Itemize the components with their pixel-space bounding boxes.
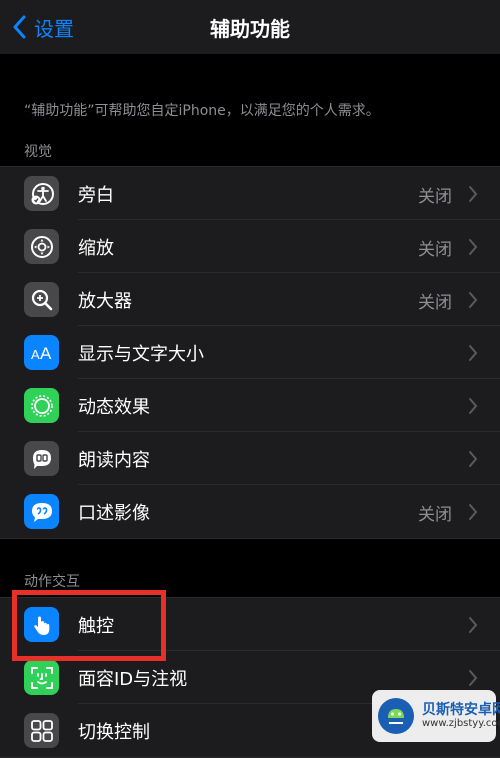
row-value: 关闭 — [418, 187, 452, 207]
watermark: 贝斯特安卓网 www.zjbstyy.com — [372, 690, 500, 742]
row-label: 动态效果 — [78, 397, 150, 418]
row-magnifier[interactable]: 放大器 关闭 — [0, 273, 500, 326]
audio-description-icon — [24, 494, 59, 529]
row-value: 关闭 — [418, 505, 452, 525]
navigation-bar: 设置 辅助功能 — [0, 0, 500, 54]
svg-text:A: A — [40, 344, 52, 363]
row-label: 面容ID与注视 — [78, 669, 188, 690]
chevron-right-icon — [469, 398, 478, 414]
watermark-url: www.zjbstyy.com — [422, 718, 500, 730]
voiceover-icon — [24, 176, 59, 211]
spoken-content-icon — [24, 441, 59, 476]
section-header-vision: 视觉 — [24, 144, 52, 160]
row-audio-descriptions[interactable]: 口述影像 关闭 — [0, 485, 500, 538]
description-text: “辅助功能”可帮助您自定iPhone，以满足您的个人需求。 — [24, 103, 380, 119]
switch-control-icon — [24, 713, 59, 748]
row-label: 旁白 — [78, 185, 114, 206]
motion-icon — [24, 388, 59, 423]
page-title: 辅助功能 — [210, 17, 290, 41]
chevron-right-icon — [469, 345, 478, 361]
face-id-icon — [24, 660, 59, 695]
svg-text:A: A — [31, 347, 40, 362]
chevron-right-icon — [469, 504, 478, 520]
row-voiceover[interactable]: 旁白 关闭 — [0, 167, 500, 220]
magnifier-icon — [24, 282, 59, 317]
row-label: 朗读内容 — [78, 450, 150, 471]
chevron-right-icon — [469, 239, 478, 255]
row-value: 关闭 — [418, 293, 452, 313]
watermark-logo-icon — [378, 698, 414, 734]
row-label: 放大器 — [78, 291, 132, 312]
chevron-right-icon — [469, 186, 478, 202]
row-spoken-content[interactable]: 朗读内容 — [0, 432, 500, 485]
watermark-text: 贝斯特安卓网 www.zjbstyy.com — [422, 702, 500, 730]
chevron-right-icon — [469, 617, 478, 633]
text-size-icon: AA — [24, 335, 59, 370]
row-zoom[interactable]: 缩放 关闭 — [0, 220, 500, 273]
row-label: 切换控制 — [78, 722, 150, 743]
row-label: 显示与文字大小 — [78, 344, 204, 365]
row-display-text-size[interactable]: AA 显示与文字大小 — [0, 326, 500, 379]
zoom-icon — [24, 229, 59, 264]
vision-settings-group: 旁白 关闭 缩放 关闭 放大器 关闭 AA 显示与文字大小 动态效果 朗读内容 … — [0, 166, 500, 539]
row-label: 缩放 — [78, 238, 114, 259]
chevron-right-icon — [469, 670, 478, 686]
section-header-interaction: 动作交互 — [24, 574, 80, 590]
highlight-box — [12, 590, 166, 661]
chevron-right-icon — [469, 292, 478, 308]
row-value: 关闭 — [418, 240, 452, 260]
watermark-title: 贝斯特安卓网 — [422, 702, 500, 719]
row-motion[interactable]: 动态效果 — [0, 379, 500, 432]
row-label: 口述影像 — [78, 503, 150, 524]
chevron-right-icon — [469, 451, 478, 467]
